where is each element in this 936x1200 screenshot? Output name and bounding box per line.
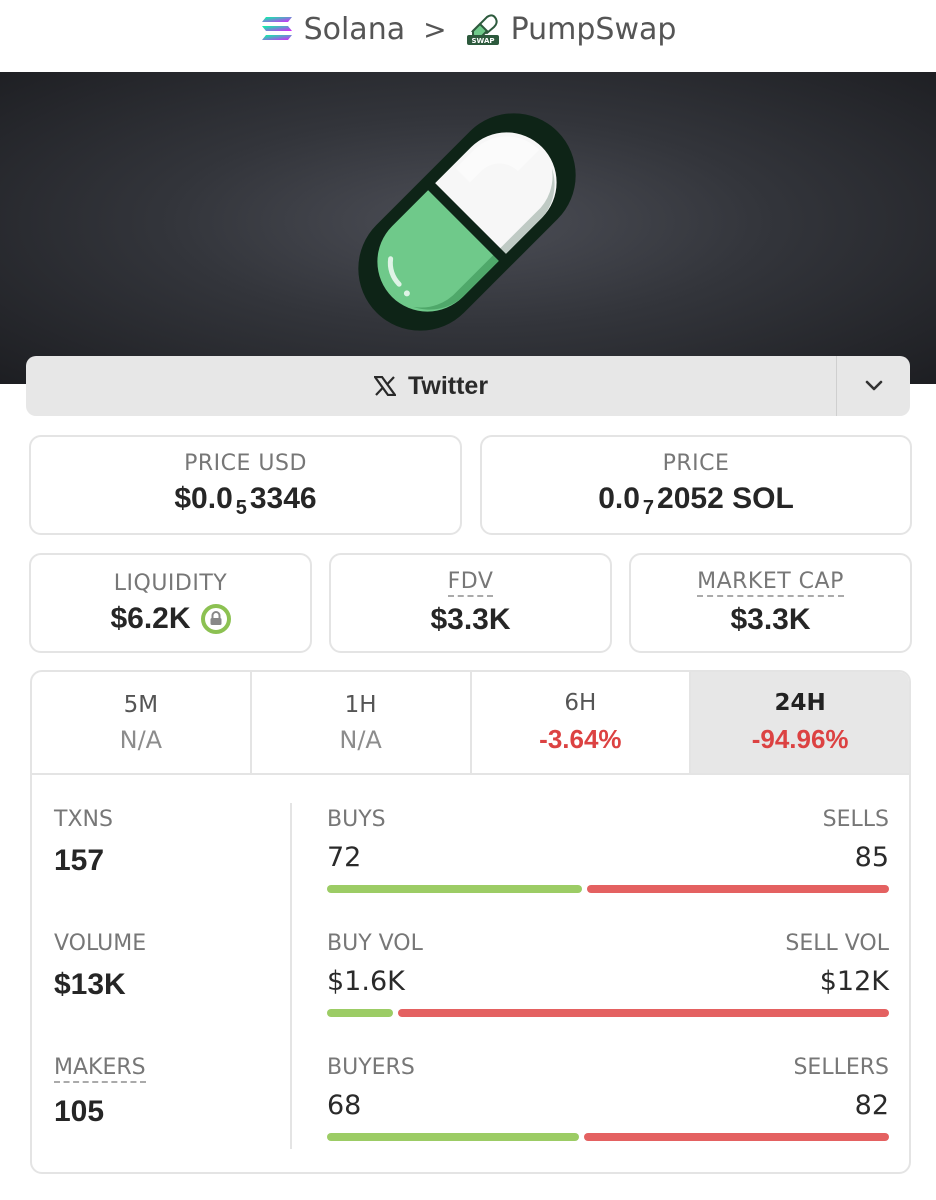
volume-value: $13K bbox=[54, 968, 126, 1001]
makers-stat: MAKERS 105 bbox=[54, 1055, 146, 1129]
solana-icon bbox=[261, 17, 292, 40]
buys-value: 72 bbox=[327, 842, 362, 873]
volume-stat: VOLUME $13K bbox=[54, 931, 146, 1002]
timeframe-tabs: 5M N/A 1H N/A 6H -3.64% 24H -94.96% bbox=[32, 672, 909, 775]
makers-label[interactable]: MAKERS bbox=[54, 1055, 146, 1083]
market-cap-card: MARKET CAP $3.3K bbox=[629, 553, 912, 653]
tab-change: -94.96% bbox=[751, 724, 849, 754]
makers-value: 105 bbox=[54, 1095, 105, 1128]
buyers-sellers-row: BUYERS SELLERS 68 82 bbox=[327, 1055, 889, 1141]
sellers-value: 82 bbox=[854, 1090, 889, 1121]
breadcrumb: Solana > SWAP PumpSwap bbox=[0, 0, 936, 58]
buy-vol-label: BUY VOL bbox=[327, 931, 423, 956]
buys-sells-row: BUYS SELLS 72 85 bbox=[327, 807, 889, 893]
dex-name: PumpSwap bbox=[510, 11, 677, 47]
txns-value: 157 bbox=[54, 844, 105, 877]
stats-panel: 5M N/A 1H N/A 6H -3.64% 24H -94.96% TXNS… bbox=[30, 670, 911, 1174]
price-usd-label: PRICE USD bbox=[184, 450, 307, 476]
tab-5m[interactable]: 5M N/A bbox=[32, 672, 252, 773]
price-usd-value: $0.0 5 3346 bbox=[174, 481, 317, 519]
twitter-label: Twitter bbox=[407, 371, 489, 400]
pill-logo bbox=[358, 113, 576, 331]
tab-label: 6H bbox=[564, 690, 597, 716]
volume-label: VOLUME bbox=[54, 931, 147, 956]
tab-1h[interactable]: 1H N/A bbox=[252, 672, 472, 773]
sell-vol-value: $12K bbox=[819, 966, 889, 997]
tab-label: 1H bbox=[344, 691, 377, 718]
price-sol-label: PRICE bbox=[662, 450, 730, 476]
metrics-area: TXNS 157 VOLUME $13K MAKERS 105 BUYS SEL… bbox=[32, 775, 909, 1172]
twitter-link[interactable]: Twitter bbox=[26, 356, 836, 416]
volume-split-row: BUY VOL SELL VOL $1.6K $12K bbox=[327, 931, 889, 1017]
tab-change: N/A bbox=[119, 725, 163, 754]
breadcrumb-separator: > bbox=[423, 12, 447, 46]
fdv-card: FDV $3.3K bbox=[329, 553, 612, 653]
tab-change: N/A bbox=[339, 725, 382, 754]
social-bar: Twitter bbox=[26, 356, 910, 416]
tab-label: 24H bbox=[774, 690, 826, 716]
tab-change: -3.64% bbox=[539, 724, 622, 754]
liquidity-value: $6.2K bbox=[110, 601, 191, 635]
sell-bar-segment bbox=[397, 1009, 889, 1017]
pumpswap-icon: SWAP bbox=[466, 14, 499, 45]
tab-6h[interactable]: 6H -3.64% bbox=[472, 672, 692, 773]
swap-badge-text: SWAP bbox=[471, 37, 494, 45]
txns-stat: TXNS 157 bbox=[54, 807, 113, 878]
sell-bar-segment bbox=[587, 885, 889, 893]
breadcrumb-chain[interactable]: Solana bbox=[260, 11, 406, 47]
sell-vol-label: SELL VOL bbox=[785, 931, 889, 956]
liquidity-card: LIQUIDITY $6.2K bbox=[29, 553, 312, 653]
buys-sells-bar bbox=[327, 885, 889, 893]
chevron-down-icon bbox=[865, 380, 882, 391]
buy-vol-value: $1.6K bbox=[327, 966, 405, 997]
buyers-label: BUYERS bbox=[327, 1055, 415, 1080]
sell-bar-segment bbox=[584, 1133, 889, 1141]
lock-icon[interactable] bbox=[200, 603, 231, 634]
sellers-label: SELLERS bbox=[793, 1055, 889, 1080]
buyers-sellers-bar bbox=[327, 1133, 889, 1141]
fdv-label[interactable]: FDV bbox=[447, 569, 494, 597]
fdv-value: $3.3K bbox=[430, 603, 511, 636]
buy-bar-segment bbox=[327, 1009, 393, 1017]
tab-label: 5M bbox=[123, 691, 159, 718]
breadcrumb-dex[interactable]: SWAP PumpSwap bbox=[465, 11, 677, 47]
buys-label: BUYS bbox=[327, 807, 386, 832]
token-banner bbox=[0, 72, 936, 384]
volume-split-bar bbox=[327, 1009, 889, 1017]
txns-label: TXNS bbox=[54, 807, 113, 832]
metrics-divider bbox=[290, 803, 292, 1149]
price-usd-card: PRICE USD $0.0 5 3346 bbox=[29, 435, 462, 535]
buyers-value: 68 bbox=[327, 1090, 362, 1121]
sells-label: SELLS bbox=[822, 807, 889, 832]
sells-value: 85 bbox=[854, 842, 889, 873]
buy-bar-segment bbox=[327, 1133, 580, 1141]
zero-count: 5 bbox=[235, 496, 247, 519]
tab-24h[interactable]: 24H -94.96% bbox=[691, 672, 909, 773]
price-sol-value: 0.0 7 2052 SOL bbox=[598, 481, 794, 519]
liquidity-label: LIQUIDITY bbox=[113, 570, 228, 596]
market-cap-label[interactable]: MARKET CAP bbox=[697, 569, 844, 597]
chain-name: Solana bbox=[303, 11, 406, 47]
socials-dropdown-toggle[interactable] bbox=[836, 356, 910, 416]
price-sol-card: PRICE 0.0 7 2052 SOL bbox=[480, 435, 912, 535]
x-logo-icon bbox=[373, 376, 396, 396]
buy-bar-segment bbox=[327, 885, 583, 893]
zero-count: 7 bbox=[642, 496, 655, 519]
market-cap-value: $3.3K bbox=[730, 603, 811, 636]
